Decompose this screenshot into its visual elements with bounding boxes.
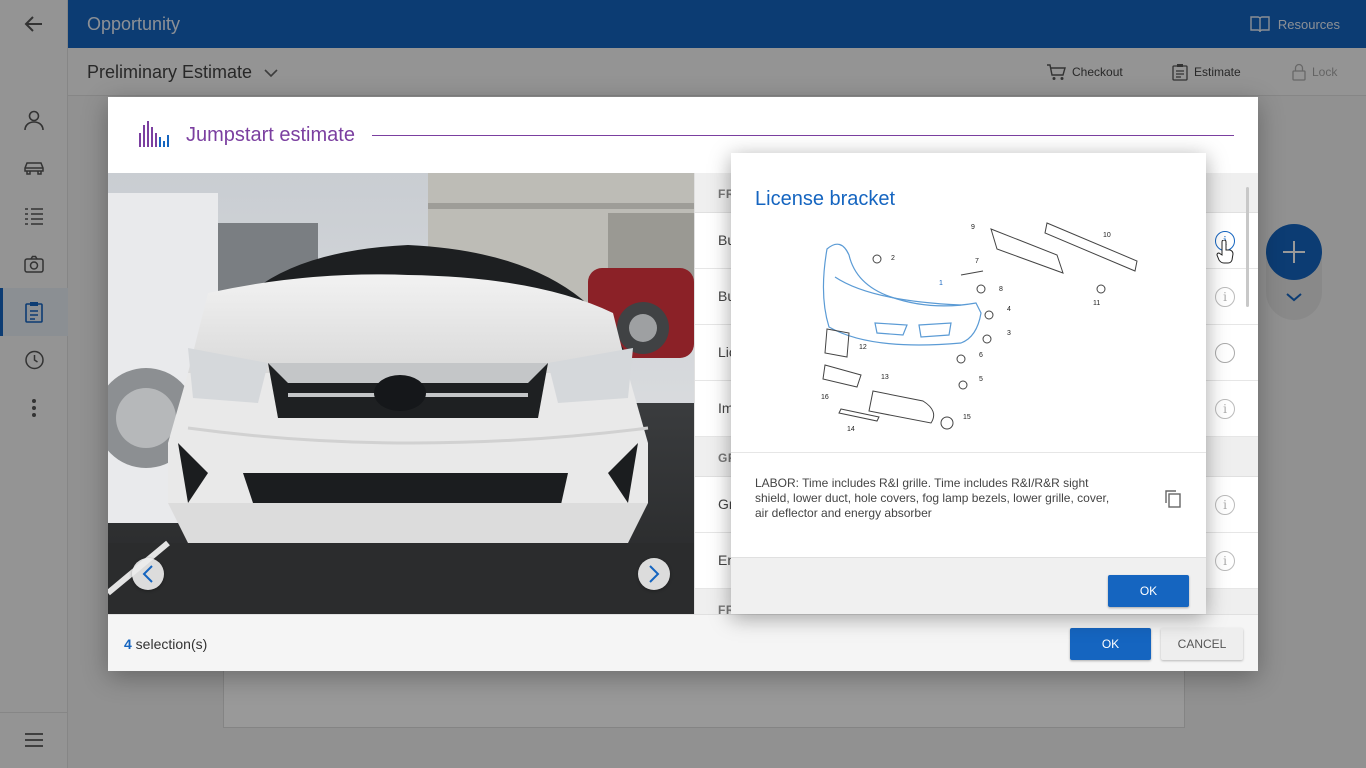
svg-text:9: 9 [971, 224, 975, 231]
svg-text:7: 7 [975, 258, 979, 265]
svg-text:14: 14 [847, 426, 855, 433]
dialog-title: Jumpstart estimate [186, 124, 355, 146]
part-info-popup: License bracket 123 456 789 10 11 12 13 14 1… [731, 153, 1206, 614]
bumper-parts-diagram: 123 456 789 101112 13141516 [821, 222, 1138, 433]
cancel-button[interactable]: CANCEL [1161, 628, 1243, 660]
selection-suffix: selection(s) [131, 636, 208, 652]
jumpstart-logo-icon [139, 121, 169, 147]
radio-button[interactable] [1215, 343, 1235, 363]
next-photo-button[interactable] [638, 558, 670, 590]
selection-count: 4 [124, 636, 132, 652]
selection-count-text: 4 selection(s) [124, 636, 207, 652]
list-scrollbar[interactable] [1246, 187, 1249, 307]
info-icon[interactable]: i [1215, 287, 1235, 307]
damaged-car-photo-image [108, 173, 694, 614]
chevron-right-icon [649, 565, 660, 583]
labor-description: LABOR: Time includes R&I grille. Time in… [755, 476, 1110, 520]
header-rule [372, 135, 1234, 136]
info-icon[interactable]: i [1215, 495, 1235, 515]
svg-text:1: 1 [939, 280, 943, 287]
chevron-left-icon [142, 565, 153, 583]
svg-text:16: 16 [821, 394, 829, 401]
svg-text:10: 10 [1103, 232, 1111, 239]
popup-footer: OK [731, 557, 1206, 614]
popup-title: License bracket [755, 188, 896, 210]
svg-text:8: 8 [999, 286, 1003, 293]
popup-ok-button[interactable]: OK [1108, 575, 1189, 607]
ok-button[interactable]: OK [1070, 628, 1151, 660]
previous-photo-button[interactable] [132, 558, 164, 590]
svg-text:6: 6 [979, 352, 983, 359]
info-icon[interactable]: i [1215, 399, 1235, 419]
copy-icon[interactable] [1163, 489, 1183, 509]
svg-text:3: 3 [1007, 330, 1011, 337]
dialog-footer: 4 selection(s) OK CANCEL [108, 614, 1258, 671]
svg-text:4: 4 [1007, 306, 1011, 313]
svg-text:11: 11 [1093, 300, 1100, 307]
svg-text:15: 15 [963, 414, 971, 421]
svg-text:2: 2 [891, 255, 895, 262]
popup-divider [731, 452, 1206, 453]
vehicle-photo [108, 173, 694, 614]
hand-cursor-icon [1216, 240, 1234, 264]
svg-text:12: 12 [859, 344, 867, 351]
info-icon[interactable]: i [1215, 551, 1235, 571]
svg-text:13: 13 [881, 374, 889, 381]
svg-text:5: 5 [979, 376, 983, 383]
